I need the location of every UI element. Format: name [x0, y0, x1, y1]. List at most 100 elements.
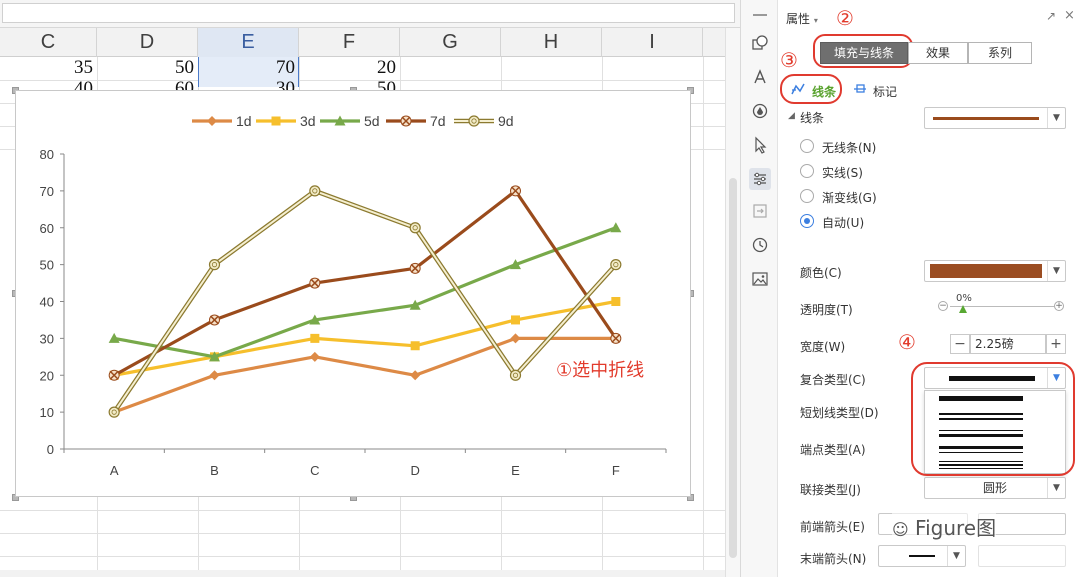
series-point-3d [310, 333, 320, 343]
wechat-icon: ☺ [892, 520, 909, 539]
dash-type-label: 短划线类型(D) [800, 406, 879, 420]
radio-auto[interactable] [800, 214, 814, 228]
join-type-value: 圆形 [982, 481, 1007, 495]
watermark: ☺ Figure图 [892, 512, 997, 541]
column-header-i[interactable]: I [602, 28, 703, 57]
radio-no-line[interactable] [800, 139, 814, 153]
width-increment-button[interactable]: + [1046, 334, 1066, 354]
series-point-5d [610, 222, 622, 233]
radio-gradient-line[interactable] [800, 189, 814, 203]
begin-arrow-label: 前端箭头(E) [800, 520, 865, 534]
column-header-d[interactable]: D [97, 28, 198, 57]
legend-marker-9d [468, 115, 480, 127]
section-line-heading: 线条 [800, 111, 825, 125]
formula-input[interactable] [2, 3, 735, 23]
series-point-3d [611, 297, 621, 306]
series-point-1d [309, 351, 320, 362]
cell-d1[interactable]: 50 [97, 57, 198, 79]
legend-marker-3d [271, 116, 281, 126]
image-icon[interactable] [749, 268, 771, 290]
series-point-9d [208, 259, 221, 271]
side-toolstrip [740, 0, 778, 577]
backup-icon[interactable] [749, 200, 771, 222]
series-point-1d [510, 333, 521, 344]
column-header-c[interactable]: C [0, 28, 97, 57]
panel-title-text: 属性 [786, 12, 811, 26]
cursor-icon[interactable] [749, 134, 771, 156]
chart-canvas[interactable]: 0 10 20 30 40 50 60 70 80 A B C D E F 1d 3d 5d 7d 9d ①选中折线 [16, 91, 692, 498]
cell-f1[interactable]: 20 [299, 57, 400, 79]
line-preview [933, 117, 1039, 120]
panel-title[interactable]: 属性 ▾ [786, 10, 818, 27]
y-tick-label: 20 [40, 368, 54, 383]
x-tick-label: E [511, 463, 520, 478]
series-point-1d [209, 370, 220, 381]
color-label: 颜色(C) [800, 266, 842, 280]
collapse-triangle-icon[interactable]: ◢ [788, 111, 795, 121]
x-tick-label: C [310, 463, 319, 478]
cell-c1[interactable]: 35 [0, 57, 97, 79]
column-header-g[interactable]: G [400, 28, 501, 57]
legend-label-3d: 3d [300, 113, 316, 129]
subtab-line[interactable]: 线条 [812, 83, 836, 100]
column-header-f[interactable]: F [299, 28, 400, 57]
shapes-icon[interactable] [749, 32, 771, 54]
text-style-icon[interactable] [749, 66, 771, 88]
vertical-scrollbar[interactable] [725, 28, 740, 577]
tab-series[interactable]: 系列 [968, 42, 1032, 64]
join-type-label: 联接类型(J) [800, 483, 861, 497]
cell-e2[interactable]: 30 [198, 78, 299, 90]
transparency-minus-button[interactable]: − [938, 301, 948, 311]
properties-sliders-icon[interactable] [749, 168, 771, 190]
width-decrement-button[interactable]: − [950, 334, 970, 354]
column-header-e[interactable]: E [198, 28, 299, 57]
highlight-oval [911, 362, 1075, 476]
horizontal-scrollbar[interactable] [0, 570, 725, 577]
radio-solid-line-label: 实线(S) [822, 166, 863, 180]
legend-marker-1d [207, 116, 217, 126]
color-dropdown[interactable]: ▼ [924, 260, 1066, 282]
scrollbar-thumb[interactable] [729, 178, 737, 558]
grid-line [0, 510, 725, 511]
popout-icon[interactable]: ↗ [1046, 9, 1056, 23]
series-point-1d [410, 370, 421, 381]
tab-fill-and-line[interactable]: 填充与线条 [820, 42, 908, 64]
transparency-slider-thumb[interactable] [959, 305, 967, 313]
cell-e1[interactable]: 70 [198, 57, 299, 79]
legend-label-9d: 9d [498, 113, 514, 129]
line-chart[interactable]: 0 10 20 30 40 50 60 70 80 A B C D E F 1d 3d 5d 7d 9d ①选中折线 [15, 90, 691, 497]
line-tab-icon [790, 82, 806, 99]
series-line-9d [113, 189, 617, 413]
spreadsheet-area: C D E F G H I 35 50 70 20 40 60 30 50 0 1… [0, 0, 740, 577]
x-tick-label: D [410, 463, 419, 478]
color-swatch [930, 264, 1042, 278]
join-type-dropdown[interactable]: 圆形 ▼ [924, 477, 1066, 499]
width-input[interactable]: 2.25磅 [970, 334, 1046, 354]
y-tick-label: 70 [40, 184, 54, 199]
radio-solid-line[interactable] [800, 164, 814, 178]
column-header-h[interactable]: H [501, 28, 602, 57]
legend-label-1d: 1d [236, 113, 252, 129]
subtab-marker[interactable]: 标记 [873, 83, 897, 100]
drop-icon[interactable] [749, 100, 771, 122]
x-tick-label: A [110, 463, 119, 478]
step-marker-4: ④ [898, 330, 916, 354]
compound-type-label: 复合类型(C) [800, 373, 866, 387]
drag-grip-icon[interactable] [749, 4, 771, 26]
end-arrow-dropdown[interactable]: ▼ [878, 545, 966, 567]
cell-d2[interactable]: 60 [97, 78, 198, 90]
chevron-down-icon: ▾ [813, 16, 818, 25]
legend-label-7d: 7d [430, 113, 446, 129]
chevron-down-icon: ▼ [947, 546, 965, 566]
line-style-dropdown[interactable]: ▼ [924, 107, 1066, 129]
end-arrow-size-dropdown[interactable] [978, 545, 1066, 567]
cap-type-label: 端点类型(A) [800, 443, 866, 457]
transparency-plus-button[interactable]: + [1054, 301, 1064, 311]
series-point-9d [108, 406, 120, 418]
tab-effects[interactable]: 效果 [908, 42, 968, 64]
close-icon[interactable]: × [1064, 8, 1075, 23]
x-tick-label: F [612, 463, 620, 478]
transparency-label: 透明度(T) [800, 303, 853, 317]
history-icon[interactable] [749, 234, 771, 256]
y-tick-label: 60 [40, 221, 54, 236]
